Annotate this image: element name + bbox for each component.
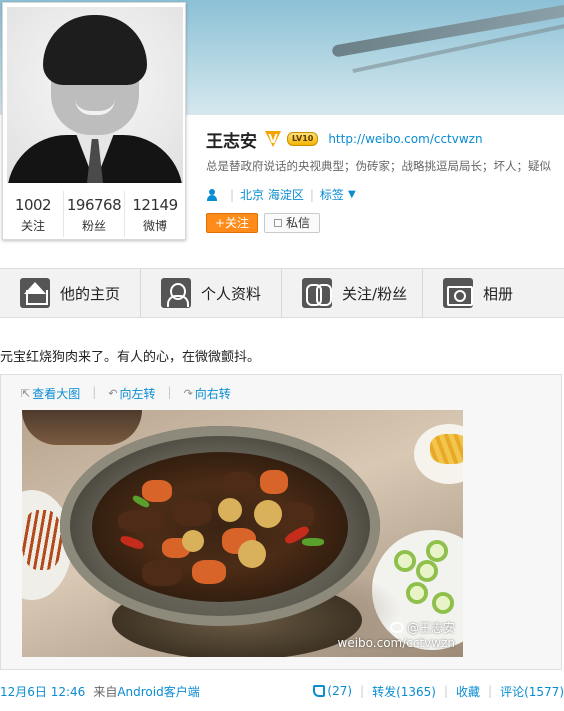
followers-icon: [302, 278, 333, 308]
stat-followers-count: 196768: [66, 196, 122, 214]
tab-followers-label: 关注/粉丝: [342, 284, 408, 303]
tab-album-label: 相册: [483, 284, 514, 303]
rotate-left-button[interactable]: ↶ 向左转: [108, 385, 155, 402]
thumbs-up-icon: [313, 685, 326, 697]
profile-tabs: 他的主页 个人资料 关注/粉丝 相册: [0, 268, 564, 318]
favorite-button[interactable]: 收藏: [456, 683, 480, 700]
profile-icon: [161, 278, 192, 308]
rotate-left-icon: ↶: [108, 387, 118, 400]
tab-followers[interactable]: 关注/粉丝: [282, 269, 424, 317]
rotate-right-label: 向右转: [194, 387, 231, 401]
tags-link[interactable]: 标签: [320, 186, 344, 203]
post-time-link[interactable]: 12月6日 12:46: [0, 683, 85, 700]
weibo-logo-icon: [389, 622, 404, 633]
rotate-right-icon: ↷: [183, 387, 193, 400]
tab-home[interactable]: 他的主页: [0, 269, 142, 317]
follow-button[interactable]: +关注: [206, 213, 258, 233]
tab-album[interactable]: 相册: [423, 269, 564, 317]
post-client-link[interactable]: Android客户端: [117, 683, 199, 700]
profile-name: 王志安: [206, 131, 257, 152]
profile-stats: 1002 关注 196768 粉丝 12149 微博: [3, 191, 185, 237]
level-badge[interactable]: LV10: [287, 132, 319, 146]
post-footer: 12月6日 12:46 来自 Android客户端 (27) | 转发(1365…: [0, 683, 564, 700]
person-icon: [206, 188, 218, 201]
rotate-right-button[interactable]: ↷ 向右转: [184, 385, 231, 402]
watermark-url: weibo.com/cctvwzn: [337, 636, 456, 650]
rotate-left-label: 向左转: [119, 387, 156, 401]
photo-watermark: @王志安 weibo.com/cctvwzn: [338, 621, 456, 651]
profile-info: 王志安 V LV10 http://weibo.com/cctvwzn 总是替政…: [206, 128, 564, 233]
stat-posts-label: 微博: [142, 219, 167, 233]
comment-button[interactable]: 评论(1577): [500, 683, 564, 700]
expand-icon: ⇱: [21, 387, 31, 400]
message-icon: [273, 219, 282, 227]
message-button-label: 私信: [285, 216, 310, 230]
profile-bio: 总是替政府说话的央视典型；伪砖家；战略挑逗局局长；坏人；疑似: [206, 159, 551, 173]
post-text: 元宝红烧狗肉来了。有人的心，在微微颤抖。: [0, 350, 261, 365]
tab-profile[interactable]: 个人资料: [141, 269, 283, 317]
profile-url-link[interactable]: http://weibo.com/cctvwzn: [328, 132, 482, 146]
post-photo[interactable]: @王志安 weibo.com/cctvwzn: [22, 410, 463, 657]
stat-following-count: 1002: [14, 196, 52, 214]
tab-home-label: 他的主页: [60, 284, 121, 303]
stat-following-label: 关注: [20, 219, 45, 233]
post-source-label: 来自: [93, 684, 118, 699]
watermark-handle: @王志安: [406, 621, 455, 635]
stat-followers-label: 粉丝: [81, 219, 106, 233]
chevron-down-icon[interactable]: ▼: [348, 189, 356, 200]
stat-followers[interactable]: 196768 粉丝: [64, 191, 125, 237]
profile-card: 1002 关注 196768 粉丝 12149 微博: [2, 2, 186, 240]
tab-profile-label: 个人资料: [201, 284, 262, 303]
stat-following[interactable]: 1002 关注: [3, 191, 64, 237]
stat-posts[interactable]: 12149 微博: [125, 191, 185, 237]
home-icon: [20, 278, 50, 308]
location-link[interactable]: 北京 海淀区: [240, 186, 304, 203]
verified-badge-icon[interactable]: V: [265, 131, 281, 147]
repost-button[interactable]: 转发(1365): [372, 683, 436, 700]
like-button[interactable]: (27): [313, 684, 352, 698]
like-count: (27): [327, 684, 353, 698]
post-media: ⇱ 查看大图 | ↶ 向左转 | ↷ 向右转 @王志安 weibo.com/cc…: [0, 374, 562, 670]
stat-posts-count: 12149: [132, 196, 178, 214]
view-large-button[interactable]: ⇱ 查看大图: [21, 385, 80, 402]
camera-icon: [443, 278, 474, 308]
media-actions: ⇱ 查看大图 | ↶ 向左转 | ↷ 向右转: [21, 385, 231, 402]
view-large-label: 查看大图: [32, 387, 81, 401]
message-button[interactable]: 私信: [264, 213, 320, 233]
avatar[interactable]: [7, 7, 183, 183]
